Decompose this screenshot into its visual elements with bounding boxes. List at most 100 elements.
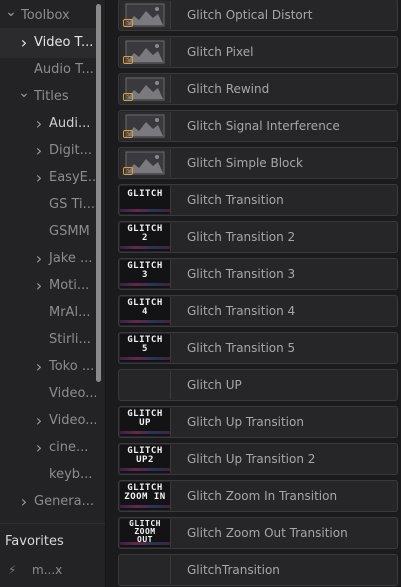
tree-item[interactable]: Video...: [0, 379, 96, 409]
tree-item-label: keyb...: [49, 467, 93, 482]
effect-item[interactable]: GlitchTransition: [118, 554, 398, 586]
tree-item[interactable]: GSMM: [0, 217, 96, 247]
chevron-down-icon[interactable]: ⌄: [18, 78, 30, 108]
effect-thumbnail: GLITCH UP: [120, 408, 171, 436]
effect-item-label: Glitch Rewind: [187, 82, 270, 96]
chevron-right-icon[interactable]: ›: [33, 136, 45, 166]
tree-item[interactable]: Audio T...: [0, 55, 96, 85]
tree-item-label: Stirli...: [49, 332, 91, 347]
effect-item-label: Glitch Up Transition 2: [187, 452, 316, 466]
chevron-right-icon[interactable]: ›: [33, 433, 45, 463]
effect-item-label: Glitch Up Transition: [187, 415, 304, 429]
effect-item-label: Glitch Signal Interference: [187, 119, 340, 133]
favorites-divider: [0, 523, 105, 524]
tree-item[interactable]: MrAl...: [0, 298, 96, 328]
effect-thumbnail: GLITCH ZOOM OUT: [120, 519, 171, 547]
effect-item[interactable]: ⚡ Glitch Optical Distort: [118, 0, 398, 31]
tree-item-label: Video...: [49, 386, 96, 401]
effect-item[interactable]: GLITCH 3 Glitch Transition 3: [118, 258, 398, 290]
glitch-noise-strip: [120, 283, 170, 286]
chevron-right-icon[interactable]: ›: [33, 109, 45, 139]
glitch-noise-strip: [120, 505, 170, 508]
tree-item[interactable]: › EasyE...: [0, 163, 96, 193]
chevron-down-icon[interactable]: ⌄: [5, 0, 17, 27]
tree-item[interactable]: › Jake ...: [0, 244, 96, 274]
chevron-right-icon[interactable]: ›: [33, 352, 45, 382]
chevron-right-icon[interactable]: ›: [33, 163, 45, 193]
effect-thumbnail: [120, 556, 171, 584]
effect-item[interactable]: GLITCH UP Glitch Up Transition: [118, 406, 398, 438]
effect-thumbnail: ⚡: [120, 112, 171, 140]
tree-item[interactable]: › Audi...: [0, 109, 96, 139]
effect-thumbnail: ⚡: [120, 1, 171, 29]
effect-item[interactable]: GLITCH 5 Glitch Transition 5: [118, 332, 398, 364]
tree-item-label: GSMM: [49, 224, 90, 239]
tree-item[interactable]: Stirli...: [0, 325, 96, 355]
effect-item[interactable]: ⚡ Glitch Pixel: [118, 36, 398, 68]
effect-thumbnail: GLITCH UP2: [120, 445, 171, 473]
effect-thumbnail: ⚡: [120, 75, 171, 103]
effect-item[interactable]: GLITCH UP2 Glitch Up Transition 2: [118, 443, 398, 475]
favorite-item-label: m...x: [32, 563, 63, 577]
favorites-title: Favorites: [5, 534, 64, 549]
tree-item-label: Video T...: [34, 35, 94, 50]
chevron-right-icon[interactable]: ›: [33, 244, 45, 274]
tree-item-label: Audi...: [49, 116, 91, 131]
effect-item-label: Glitch Transition 4: [187, 304, 296, 318]
tree-item-label: Toolbox: [21, 8, 70, 23]
tree-item[interactable]: › Digit...: [0, 136, 96, 166]
effect-thumbnail: GLITCH ZOOM IN: [120, 482, 171, 510]
effect-item[interactable]: Glitch UP: [118, 369, 398, 401]
glitch-noise-strip: [120, 468, 170, 471]
effect-item[interactable]: GLITCH 2 Glitch Transition 2: [118, 221, 398, 253]
chevron-right-icon[interactable]: ›: [18, 28, 30, 58]
effect-item-label: Glitch Optical Distort: [187, 8, 313, 22]
tree-item[interactable]: ⌄ Toolbox: [0, 1, 96, 31]
tree-item[interactable]: › Moti...: [0, 271, 96, 301]
glitch-thumbnail-text: GLITCH 5: [127, 335, 163, 354]
tree-item[interactable]: › cine...: [0, 433, 96, 463]
effect-item[interactable]: GLITCH ZOOM IN Glitch Zoom In Transition: [118, 480, 398, 512]
tree-item-label: Genera...: [34, 494, 95, 509]
chevron-right-icon[interactable]: ›: [33, 271, 45, 301]
effect-item[interactable]: GLITCH ZOOM OUT Glitch Zoom Out Transitio…: [118, 517, 398, 549]
glitch-thumbnail-text: GLITCH 3: [127, 261, 163, 280]
effect-thumbnail: [120, 371, 171, 399]
glitch-thumbnail-text: GLITCH ZOOM IN: [124, 483, 166, 502]
tree-item-label: MrAl...: [49, 305, 91, 320]
effects-tree: ⌄ Toolbox › Video T... Audio T... ⌄ Titles › Aud…: [0, 0, 96, 520]
effect-item[interactable]: GLITCH Glitch Transition: [118, 184, 398, 216]
effect-item-label: Glitch Zoom Out Transition: [187, 526, 348, 540]
tree-item[interactable]: › Video...: [0, 406, 96, 436]
glitch-thumbnail-text: GLITCH ZOOM OUT: [129, 519, 161, 544]
favorite-item[interactable]: ⚡ m...x: [8, 563, 62, 577]
effect-item[interactable]: ⚡ Glitch Rewind: [118, 73, 398, 105]
effects-sidebar: ⌄ Toolbox › Video T... Audio T... ⌄ Titles › Aud…: [0, 0, 106, 587]
tree-item-label: Toko ...: [49, 359, 95, 374]
tree-item[interactable]: keyb...: [0, 460, 96, 490]
effect-item[interactable]: ⚡ Glitch Simple Block: [118, 147, 398, 179]
tree-item[interactable]: › Toko ...: [0, 352, 96, 382]
glitch-noise-strip: [120, 357, 170, 360]
sidebar-scrollbar-thumb[interactable]: [96, 4, 101, 382]
effect-item[interactable]: ⚡ Glitch Signal Interference: [118, 110, 398, 142]
chevron-right-icon[interactable]: ›: [33, 406, 45, 436]
effect-item-label: Glitch Pixel: [187, 45, 254, 59]
glitch-noise-strip: [120, 542, 170, 545]
fx-badge-icon: ⚡: [123, 93, 133, 101]
tree-item-label: EasyE...: [49, 170, 96, 185]
tree-item[interactable]: GS Ti...: [0, 190, 96, 220]
glitch-thumbnail-text: GLITCH UP2: [127, 446, 163, 465]
effect-thumbnail: GLITCH 2: [120, 223, 171, 251]
tree-item-label: Audio T...: [34, 62, 94, 77]
tree-item-label: Jake ...: [49, 251, 93, 266]
tree-item[interactable]: › Video T...: [0, 28, 96, 58]
glitch-noise-strip: [120, 209, 170, 212]
effect-item-label: GlitchTransition: [187, 563, 280, 577]
tree-item[interactable]: › Genera...: [0, 487, 96, 517]
tree-item-label: Video...: [49, 413, 96, 428]
chevron-right-icon[interactable]: ›: [18, 487, 30, 517]
tree-item[interactable]: ⌄ Titles: [0, 82, 96, 112]
effect-item-label: Glitch Zoom In Transition: [187, 489, 338, 503]
effect-item[interactable]: GLITCH 4 Glitch Transition 4: [118, 295, 398, 327]
